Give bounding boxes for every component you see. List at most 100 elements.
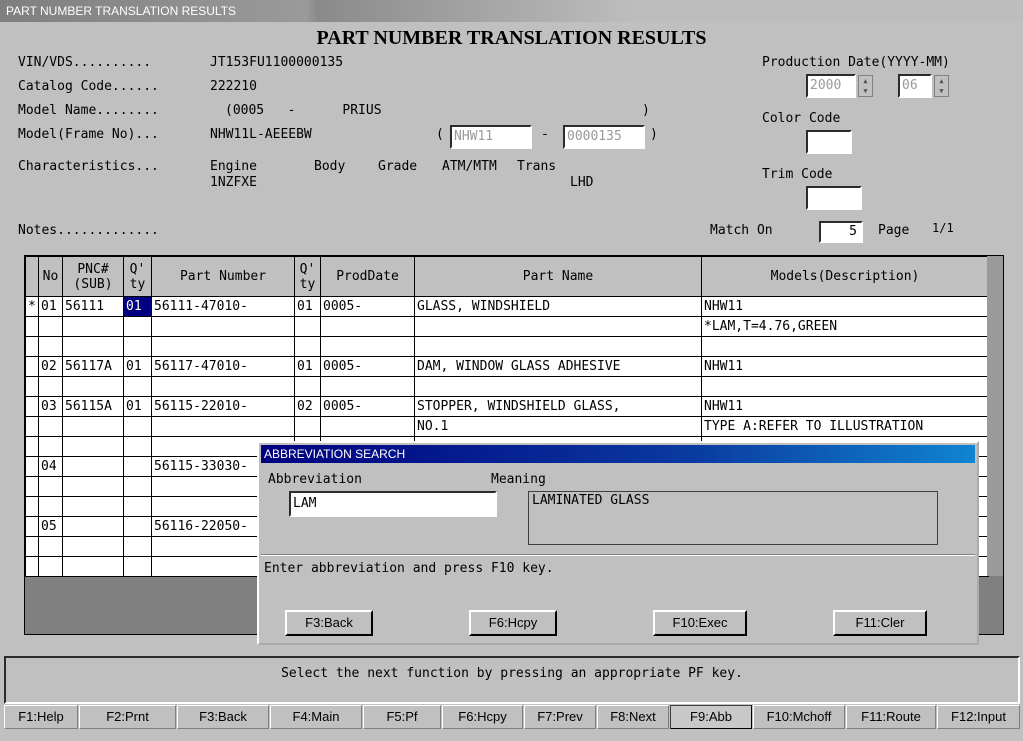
row-marker[interactable] [25,436,39,457]
row-models[interactable]: TYPE A:REFER TO ILLUSTRATION [701,416,989,437]
f12-input-button[interactable]: F12:Input [937,705,1020,729]
row-pnc[interactable] [62,516,124,537]
row-pnc[interactable] [62,416,124,437]
f6-hcpy-button[interactable]: F6:Hcpy [442,705,523,729]
dialog-hcpy-button[interactable]: F6:Hcpy [469,610,557,636]
row-marker[interactable] [25,536,39,557]
table-row[interactable]: 03 56115A 01 56115-22010- 02 0005- STOPPER, WI… [25,396,989,417]
f7-prev-button[interactable]: F7:Prev [524,705,596,729]
row-prod-date[interactable]: 0005- [320,356,415,377]
f1-help-button[interactable]: F1:Help [4,705,78,729]
row-qty-1[interactable] [123,336,152,357]
row-marker[interactable] [25,556,39,577]
row-no[interactable]: 04 [38,456,63,477]
month-spinner[interactable]: ▲ ▼ [934,75,949,97]
row-marker[interactable] [25,396,39,417]
match-on-value[interactable]: 5 [819,221,863,243]
row-models[interactable] [701,336,989,357]
row-qty-2[interactable] [294,416,321,437]
row-no[interactable]: 01 [38,296,63,317]
row-pnc[interactable]: 56115A [62,396,124,417]
row-models[interactable] [701,376,989,397]
row-marker[interactable] [25,496,39,517]
f9-abb-button[interactable]: F9:Abb [670,705,752,729]
row-part-name[interactable] [414,336,702,357]
row-prod-date[interactable] [320,376,415,397]
f4-main-button[interactable]: F4:Main [270,705,362,729]
row-qty-1[interactable] [123,456,152,477]
abbreviation-input[interactable]: LAM [289,491,497,517]
row-qty-1[interactable] [123,476,152,497]
row-no[interactable] [38,436,63,457]
row-no[interactable] [38,496,63,517]
table-scrollbar[interactable] [987,256,1003,576]
row-models[interactable]: NHW11 [701,396,989,417]
row-marker[interactable] [25,456,39,477]
row-qty-1[interactable] [123,376,152,397]
row-pnc[interactable]: 56111 [62,296,124,317]
table-row[interactable]: NO.1 TYPE A:REFER TO ILLUSTRATION [25,416,989,437]
row-marker[interactable] [25,316,39,337]
row-qty-1[interactable] [123,536,152,557]
table-row[interactable]: * 01 56111 01 56111-47010- 01 0005- GLASS, WIND… [25,296,989,317]
row-no[interactable]: 02 [38,356,63,377]
row-pnc[interactable]: 56117A [62,356,124,377]
trim-code-input[interactable] [806,186,862,210]
row-qty-1[interactable]: 01 [123,396,152,417]
row-models[interactable]: NHW11 [701,356,989,377]
row-qty-1[interactable] [123,416,152,437]
row-marker[interactable]: * [25,296,39,317]
row-no[interactable] [38,416,63,437]
row-qty-2[interactable] [294,336,321,357]
row-marker[interactable] [25,336,39,357]
row-marker[interactable] [25,516,39,537]
row-marker[interactable] [25,416,39,437]
row-pnc[interactable] [62,556,124,577]
dialog-back-button[interactable]: F3:Back [285,610,373,636]
row-prod-date[interactable] [320,416,415,437]
row-qty-1[interactable] [123,496,152,517]
row-part-number[interactable] [151,416,295,437]
row-qty-2[interactable]: 02 [294,396,321,417]
f3-back-button[interactable]: F3:Back [177,705,269,729]
row-marker[interactable] [25,476,39,497]
row-no[interactable] [38,536,63,557]
row-prod-date[interactable]: 0005- [320,296,415,317]
production-month-input[interactable]: 06 [898,74,932,98]
row-part-number[interactable] [151,316,295,337]
row-no[interactable] [38,556,63,577]
row-qty-1[interactable] [123,516,152,537]
f2-print-button[interactable]: F2:Prnt [79,705,176,729]
table-row[interactable]: 02 56117A 01 56117-47010- 01 0005- DAM, WINDOW… [25,356,989,377]
row-pnc[interactable] [62,336,124,357]
row-part-name[interactable]: STOPPER, WINDSHIELD GLASS, [414,396,702,417]
row-pnc[interactable] [62,436,124,457]
row-no[interactable] [38,336,63,357]
f10-mchoff-button[interactable]: F10:Mchoff [753,705,845,729]
row-part-name[interactable]: DAM, WINDOW GLASS ADHESIVE [414,356,702,377]
production-year-input[interactable]: 2000 [806,74,856,98]
row-part-number[interactable] [151,336,295,357]
row-part-number[interactable] [151,376,295,397]
row-pnc[interactable] [62,456,124,477]
row-qty-1[interactable]: 01 [123,296,152,317]
dialog-clear-button[interactable]: F11:Cler [833,610,927,636]
row-pnc[interactable] [62,376,124,397]
row-pnc[interactable] [62,316,124,337]
row-marker[interactable] [25,376,39,397]
row-qty-1[interactable]: 01 [123,356,152,377]
frame-number-input[interactable]: 0000135 [563,125,645,149]
row-part-name[interactable]: GLASS, WINDSHIELD [414,296,702,317]
row-prod-date[interactable] [320,336,415,357]
row-part-name[interactable] [414,376,702,397]
row-prod-date[interactable]: 0005- [320,396,415,417]
row-no[interactable] [38,316,63,337]
color-code-input[interactable] [806,130,852,154]
row-part-number[interactable]: 56117-47010- [151,356,295,377]
table-row[interactable]: *LAM,T=4.76,GREEN [25,316,989,337]
row-models[interactable]: NHW11 [701,296,989,317]
dialog-exec-button[interactable]: F10:Exec [653,610,747,636]
row-no[interactable] [38,476,63,497]
row-no[interactable] [38,376,63,397]
row-models[interactable]: *LAM,T=4.76,GREEN [701,316,989,337]
